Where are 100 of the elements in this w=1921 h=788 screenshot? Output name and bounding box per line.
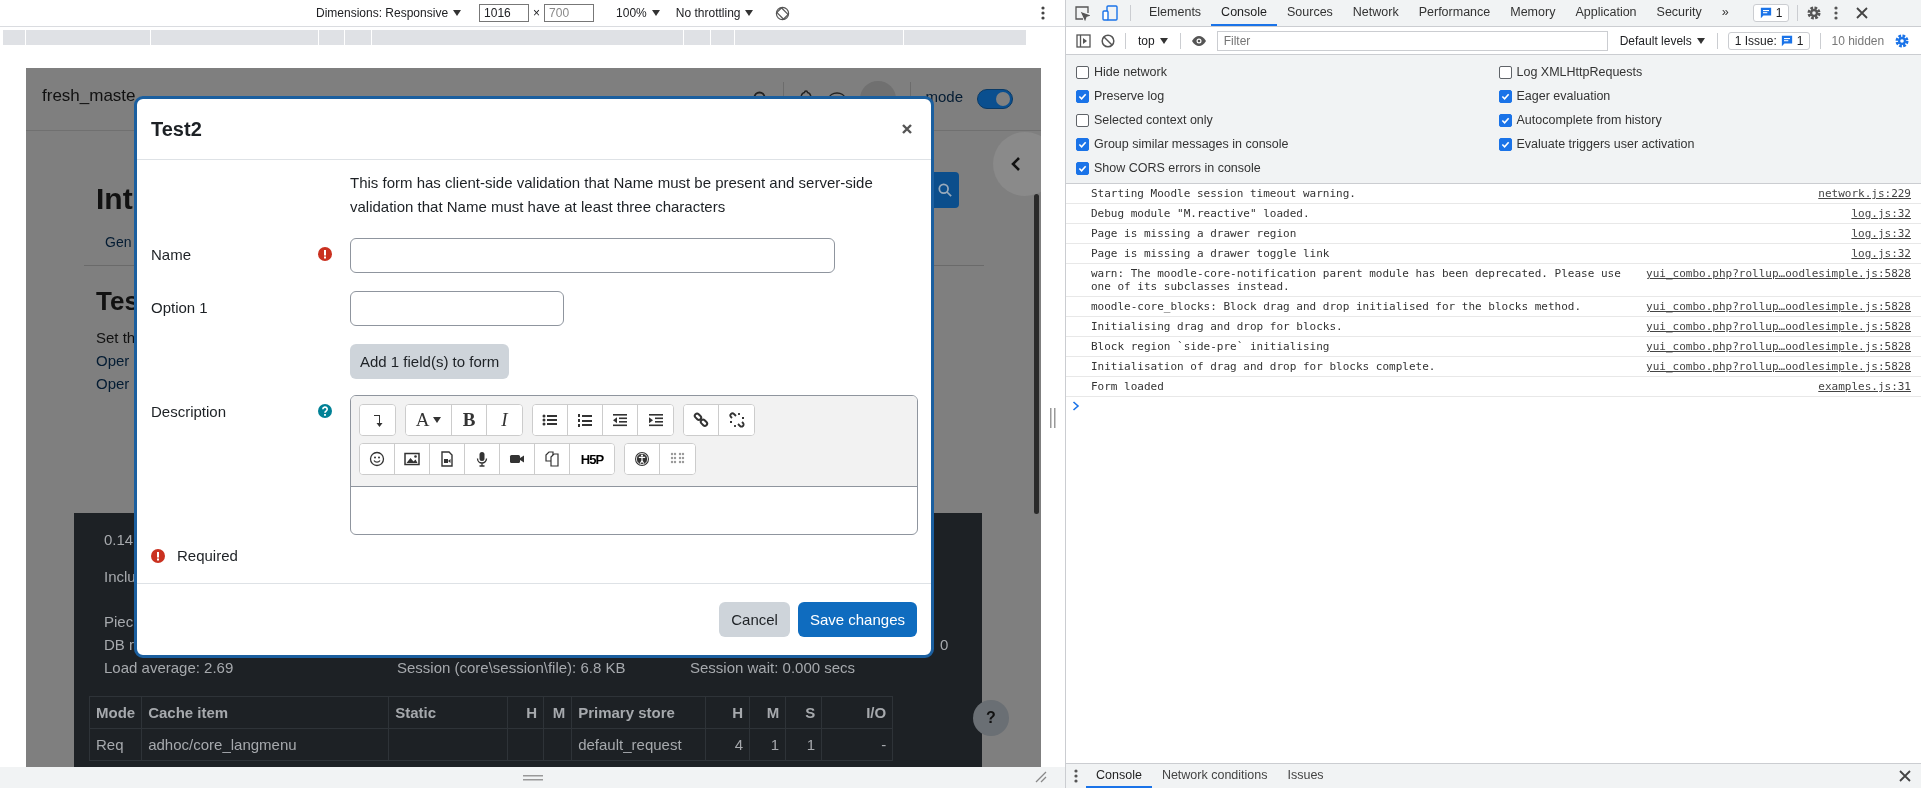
settings-icon[interactable] <box>1806 5 1823 21</box>
edit-mode-toggle[interactable] <box>977 89 1013 109</box>
setting-label: Preserve log <box>1094 89 1165 103</box>
error-icon <box>151 548 165 563</box>
column-header: I/O <box>821 696 893 729</box>
bullet-list-button[interactable] <box>533 405 568 435</box>
prompt-chevron-icon[interactable] <box>1072 401 1080 411</box>
checkbox[interactable] <box>1076 89 1089 103</box>
source-link[interactable]: yui_combo.php?rollup…oodlesimple.js:5828 <box>1646 360 1911 373</box>
log-levels-dropdown[interactable]: Default levels <box>1617 33 1707 48</box>
source-link[interactable]: network.js:229 <box>1818 187 1911 200</box>
footer-stat: Load average: 2.69 <box>104 659 234 676</box>
rotate-icon[interactable] <box>775 5 791 21</box>
sidebar-icon[interactable] <box>1076 33 1091 48</box>
devtools-tab[interactable]: Network <box>1342 0 1409 26</box>
link-button[interactable] <box>684 405 719 435</box>
toolbar-toggle-button[interactable] <box>360 405 395 435</box>
devtools-tab[interactable]: Sources <box>1277 0 1343 26</box>
checkbox[interactable] <box>1498 137 1512 151</box>
resize-corner-icon[interactable] <box>1035 771 1047 783</box>
width-field[interactable]: 1016 <box>479 4 530 22</box>
bullet-list-icon <box>542 412 558 428</box>
devtools-tab[interactable]: Performance <box>1408 0 1501 26</box>
zoom-dropdown[interactable]: 100% <box>614 6 662 20</box>
text-field[interactable] <box>350 238 835 273</box>
console-message: Debug module "M.reactive" loaded. <box>1091 207 1311 220</box>
help-button[interactable]: ? <box>973 700 1009 736</box>
settings-icon[interactable] <box>1894 32 1911 49</box>
checkbox[interactable] <box>1076 113 1089 127</box>
add-field-button[interactable]: Add 1 field(s) to form <box>350 344 510 379</box>
emoji-button[interactable] <box>360 444 395 474</box>
rich-text-editor[interactable]: A B I H5P <box>350 395 918 535</box>
copy-icon <box>544 451 560 467</box>
page-link[interactable]: Oper <box>96 352 130 369</box>
source-link[interactable]: examples.js:31 <box>1818 380 1911 393</box>
resize-handle-icon[interactable] <box>522 774 543 781</box>
cancel-button[interactable]: Cancel <box>719 602 790 637</box>
console-message: Page is missing a drawer region <box>1091 227 1298 240</box>
image-icon <box>404 451 420 467</box>
issues-button[interactable]: 1 Issue: 1 <box>1727 31 1811 50</box>
accessibility-button[interactable] <box>625 444 660 474</box>
scrollbar[interactable] <box>1034 194 1039 514</box>
resize-handle-icon[interactable] <box>1050 407 1056 428</box>
setting-label: Selected context only <box>1094 113 1213 127</box>
source-link[interactable]: yui_combo.php?rollup…oodlesimple.js:5828 <box>1646 340 1911 353</box>
filter-field[interactable]: Filter <box>1216 30 1608 51</box>
source-link[interactable]: yui_combo.php?rollup…oodlesimple.js:5828 <box>1646 267 1911 293</box>
close-icon[interactable] <box>1899 770 1911 782</box>
checkbox[interactable] <box>1076 65 1089 79</box>
devtools-tab[interactable]: Console <box>1211 0 1277 26</box>
page-link[interactable]: Oper <box>96 375 130 392</box>
help-icon[interactable] <box>318 404 332 418</box>
source-link[interactable]: yui_combo.php?rollup…oodlesimple.js:5828 <box>1646 320 1911 333</box>
console-message: Form loaded <box>1091 380 1165 393</box>
checkbox[interactable] <box>1498 89 1512 103</box>
media-file-icon <box>439 451 455 467</box>
drawer-tab[interactable]: Issues <box>1277 764 1334 788</box>
column-header: M <box>749 696 786 729</box>
height-field[interactable]: 700 <box>544 4 595 22</box>
more-options-icon[interactable] <box>1041 6 1045 20</box>
device-toggle-icon[interactable] <box>1102 5 1118 21</box>
clear-console-icon[interactable] <box>1101 33 1115 48</box>
checkbox[interactable] <box>1076 137 1089 151</box>
field-label: Option 1 <box>151 298 209 316</box>
throttling-dropdown[interactable]: No throttling <box>673 6 756 20</box>
drawer-tab[interactable]: Console <box>1086 764 1152 788</box>
devtools-tab[interactable]: Application <box>1565 0 1647 26</box>
column-header: H <box>507 696 544 729</box>
source-link[interactable]: log.js:32 <box>1851 247 1911 260</box>
font-button[interactable]: A <box>406 405 452 435</box>
checkbox[interactable] <box>1498 65 1512 79</box>
footer-text: 0 <box>940 636 949 653</box>
footer-text: DB r <box>104 636 134 653</box>
more-tabs-button[interactable]: » <box>1711 0 1739 26</box>
source-link[interactable]: yui_combo.php?rollup…oodlesimple.js:5828 <box>1646 300 1911 313</box>
text-field[interactable] <box>350 291 564 326</box>
page-tab[interactable]: Gen <box>105 234 132 250</box>
devtools-tab[interactable]: Memory <box>1500 0 1566 26</box>
eye-icon[interactable] <box>1190 34 1207 47</box>
inspect-icon[interactable] <box>1074 5 1090 21</box>
context-dropdown[interactable]: top <box>1136 33 1170 48</box>
microphone-icon <box>474 451 490 467</box>
save-button[interactable]: Save changes <box>797 602 917 637</box>
close-icon[interactable] <box>1856 7 1869 19</box>
source-link[interactable]: log.js:32 <box>1851 207 1911 220</box>
devtools-tab[interactable]: Security <box>1646 0 1712 26</box>
console-message: Initialisation of drag and drop for blocks complete. <box>1091 360 1437 373</box>
column-header: M <box>543 696 572 729</box>
drawer-tab[interactable]: Network conditions <box>1151 764 1278 788</box>
more-options-icon[interactable] <box>1834 6 1839 20</box>
caret-icon <box>745 10 754 16</box>
devtools-tab[interactable]: Elements <box>1139 0 1212 26</box>
table-cell: 4 <box>705 728 750 761</box>
more-options-icon[interactable] <box>1074 769 1078 783</box>
issues-badge[interactable]: 1 <box>1752 4 1790 22</box>
source-link[interactable]: log.js:32 <box>1851 227 1911 240</box>
checkbox[interactable] <box>1076 161 1089 175</box>
drawer-toggle-button[interactable] <box>993 132 1041 196</box>
dimensions-dropdown[interactable]: Dimensions: Responsive <box>314 6 464 20</box>
checkbox[interactable] <box>1498 113 1512 127</box>
